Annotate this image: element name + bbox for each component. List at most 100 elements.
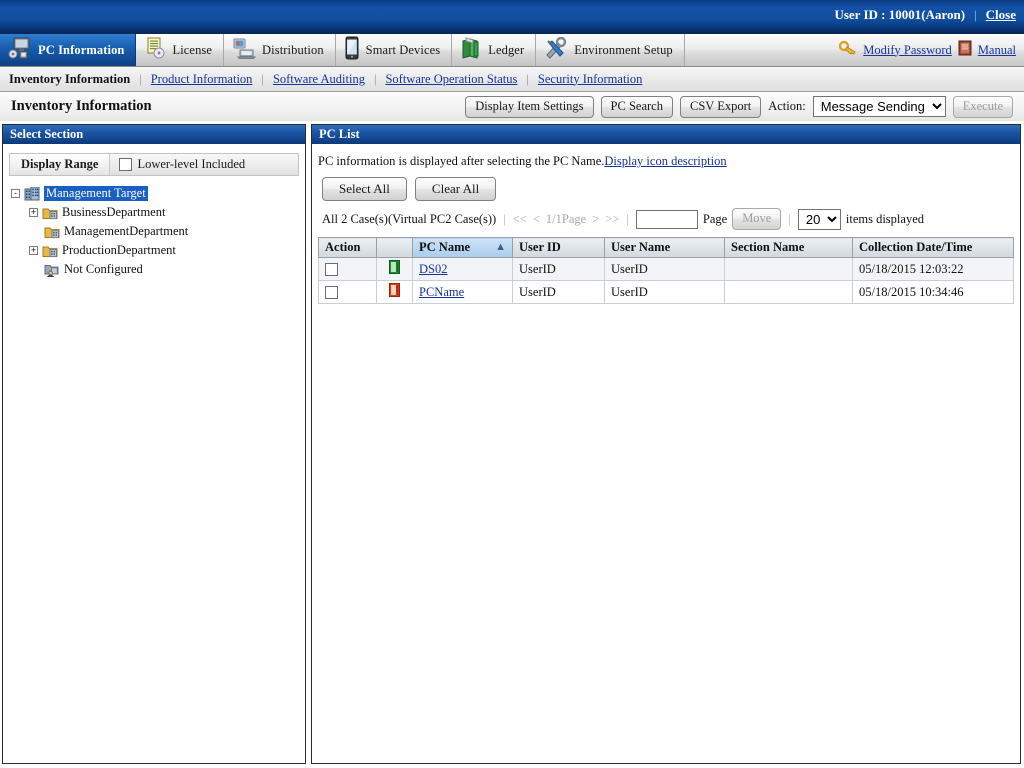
select-section-panel: Select Section Display Range Lower-level…	[2, 124, 306, 764]
display-item-settings-button[interactable]: Display Item Settings	[465, 95, 594, 118]
tab-label: Smart Devices	[365, 42, 441, 57]
subnav-link-product-information[interactable]: Product Information	[151, 72, 253, 87]
main-tab-strip: PC Information License Distribution Smar…	[0, 34, 1024, 67]
column-header-pc-name-label: PC Name	[419, 240, 471, 254]
tree-node-management-target[interactable]: - Management Target	[11, 184, 305, 203]
row-user-id-cell: UserID	[512, 280, 605, 304]
column-header-pc-name[interactable]: PC Name ▲	[412, 237, 513, 258]
distribution-laptop-icon	[232, 37, 257, 63]
section-tree: - Management Target + BusinessDepartment…	[3, 176, 305, 279]
tree-node-business-department[interactable]: + BusinessDepartment	[11, 203, 305, 222]
row-pc-name-cell: DS02	[412, 257, 513, 281]
building-icon	[24, 186, 40, 201]
expand-expander-icon[interactable]: +	[29, 208, 38, 217]
row-action-cell	[318, 280, 377, 304]
column-header-section-name[interactable]: Section Name	[724, 237, 853, 258]
folder-section-icon	[42, 244, 58, 258]
last-page-button[interactable]: >>	[605, 212, 619, 227]
column-header-action[interactable]: Action	[318, 237, 377, 258]
display-range-label: Display Range	[10, 154, 111, 175]
row-user-id-cell: UserID	[512, 257, 605, 281]
tab-label: Environment Setup	[574, 42, 673, 57]
action-select[interactable]: Message Sending	[812, 96, 946, 117]
subnav-link-software-auditing[interactable]: Software Auditing	[273, 72, 365, 87]
subnav-separator: |	[261, 71, 264, 86]
prev-page-button[interactable]: <	[533, 212, 540, 227]
pc-list-hint-text: PC information is displayed after select…	[318, 154, 605, 168]
table-row: DS02 UserID UserID 05/18/2015 12:03:22	[318, 257, 1014, 281]
pc-name-link[interactable]: DS02	[419, 262, 447, 276]
pagination-bar: All 2 Case(s)(Virtual PC2 Case(s)) | << …	[318, 208, 1014, 230]
lower-level-included-option[interactable]: Lower-level Included	[110, 157, 245, 172]
selection-buttons: Select All Clear All	[318, 177, 1014, 201]
sub-navigation-bar: Inventory Information | Product Informat…	[0, 67, 1024, 92]
folder-section-icon	[42, 206, 58, 220]
tree-node-production-department[interactable]: + ProductionDepartment	[11, 241, 305, 260]
row-user-name-cell: UserID	[604, 257, 725, 281]
tab-distribution[interactable]: Distribution	[224, 34, 336, 66]
column-header-collection-datetime[interactable]: Collection Date/Time	[852, 237, 1014, 258]
page-number-input[interactable]	[635, 209, 698, 229]
items-displayed-label: items displayed	[845, 211, 924, 226]
record-count-text: All 2 Case(s)(Virtual PC2 Case(s))	[322, 211, 497, 226]
tab-license[interactable]: License	[136, 34, 225, 66]
row-action-cell	[318, 257, 377, 281]
tree-node-not-configured[interactable]: Not Configured	[11, 260, 305, 279]
pc-monitor-icon	[8, 37, 32, 63]
tab-label: Distribution	[262, 42, 324, 57]
subnav-separator: |	[373, 71, 377, 86]
pager-separator: |	[788, 211, 791, 226]
smartphone-icon	[344, 36, 360, 64]
csv-export-button[interactable]: CSV Export	[679, 95, 762, 118]
tab-ledger[interactable]: Ledger	[452, 34, 537, 66]
tools-wrench-icon	[544, 36, 568, 63]
close-link[interactable]: Close	[986, 7, 1016, 23]
row-select-checkbox[interactable]	[325, 263, 338, 277]
page-title: Inventory Information	[11, 98, 152, 114]
collapse-expander-icon[interactable]: -	[11, 189, 20, 198]
move-button: Move	[732, 208, 782, 230]
subnav-current-inventory-information: Inventory Information	[9, 71, 131, 86]
license-document-icon	[144, 37, 166, 63]
key-icon	[839, 40, 857, 61]
row-status-icon-cell	[376, 280, 413, 304]
modify-password-link[interactable]: Modify Password	[863, 43, 952, 58]
tab-pc-information[interactable]: PC Information	[0, 34, 137, 66]
column-header-user-id[interactable]: User ID	[512, 237, 605, 258]
pc-red-icon	[389, 283, 400, 301]
pc-green-icon	[389, 260, 400, 278]
table-header-row: Action PC Name ▲ User ID User Name Secti…	[318, 237, 1014, 258]
row-select-checkbox[interactable]	[325, 286, 338, 300]
subnav-link-software-operation-status[interactable]: Software Operation Status	[385, 72, 517, 87]
tab-label: PC Information	[38, 42, 125, 57]
pc-list-table: Action PC Name ▲ User ID User Name Secti…	[318, 237, 1014, 304]
pc-list-panel: PC List PC information is displayed afte…	[311, 124, 1021, 764]
pc-list-hint: PC information is displayed after select…	[318, 154, 1014, 169]
subnav-link-security-information[interactable]: Security Information	[538, 72, 643, 87]
select-all-button[interactable]: Select All	[322, 177, 407, 201]
clear-all-button[interactable]: Clear All	[414, 177, 497, 201]
display-icon-description-link[interactable]: Display icon description	[604, 154, 726, 168]
lower-level-included-checkbox[interactable]	[119, 158, 133, 171]
page-toolbar-actions: Display Item Settings PC Search CSV Expo…	[465, 95, 1024, 118]
tab-smart-devices[interactable]: Smart Devices	[335, 34, 453, 66]
row-section-name-cell	[724, 257, 853, 281]
execute-button: Execute	[952, 95, 1013, 118]
first-page-button[interactable]: <<	[513, 212, 527, 227]
tab-environment-setup[interactable]: Environment Setup	[536, 34, 685, 66]
pc-name-link[interactable]: PCName	[419, 285, 464, 299]
pager-separator: |	[626, 211, 629, 226]
tree-node-management-department[interactable]: ManagementDepartment	[11, 222, 305, 241]
expand-expander-icon[interactable]: +	[29, 246, 38, 255]
pc-search-button[interactable]: PC Search	[600, 95, 673, 118]
pc-list-panel-title: PC List	[312, 125, 1020, 144]
page-indicator: 1/1Page	[545, 211, 587, 226]
column-header-user-name[interactable]: User Name	[604, 237, 725, 258]
pager-separator: |	[503, 211, 506, 226]
sort-ascending-icon: ▲	[495, 241, 506, 253]
row-collection-datetime-cell: 05/18/2015 12:03:22	[852, 257, 1014, 281]
items-per-page-select[interactable]: 20	[797, 208, 841, 230]
next-page-button[interactable]: >	[592, 212, 599, 227]
manual-link[interactable]: Manual	[978, 43, 1016, 58]
lower-level-included-label: Lower-level Included	[137, 157, 246, 171]
